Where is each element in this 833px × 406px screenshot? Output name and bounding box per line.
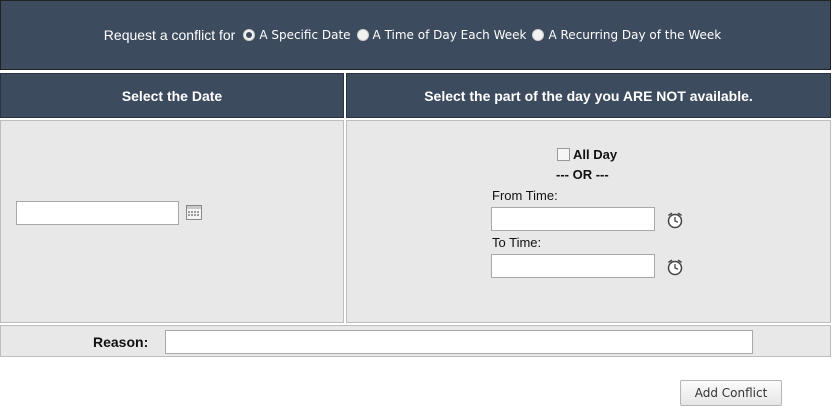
add-conflict-button[interactable]: Add Conflict xyxy=(680,380,782,406)
all-day-label: All Day xyxy=(573,147,618,162)
option-time-of-day[interactable]: A Time of Day Each Week xyxy=(356,28,527,42)
conflict-form: Request a conflict for A Specific Date A… xyxy=(0,0,833,357)
from-time-label: From Time: xyxy=(492,188,558,203)
reason-input[interactable] xyxy=(165,330,753,354)
select-time-heading: Select the part of the day you ARE NOT a… xyxy=(346,73,831,118)
select-date-heading: Select the Date xyxy=(0,73,344,118)
all-day-checkbox[interactable] xyxy=(557,148,570,161)
conflict-type-header: Request a conflict for A Specific Date A… xyxy=(0,0,831,70)
radio-recurring-day[interactable] xyxy=(532,29,545,41)
option-recurring-day-label: A Recurring Day of the Week xyxy=(548,28,722,42)
to-time-label: To Time: xyxy=(492,235,542,250)
reason-row: Reason: xyxy=(0,325,831,357)
option-time-of-day-label: A Time of Day Each Week xyxy=(372,28,527,42)
from-time-input[interactable] xyxy=(491,207,655,231)
or-separator: --- OR --- xyxy=(556,167,609,182)
time-panel: All Day --- OR --- From Time: To Time: xyxy=(346,120,831,323)
option-recurring-day[interactable]: A Recurring Day of the Week xyxy=(532,28,721,42)
date-panel xyxy=(0,120,344,323)
from-time-clock-icon[interactable] xyxy=(666,211,684,229)
radio-time-of-day[interactable] xyxy=(356,29,369,41)
date-input[interactable] xyxy=(16,201,179,225)
option-specific-date[interactable]: A Specific Date xyxy=(243,28,351,42)
option-specific-date-label: A Specific Date xyxy=(259,28,351,42)
radio-specific-date[interactable] xyxy=(243,29,256,41)
to-time-input[interactable] xyxy=(491,254,655,278)
all-day-option[interactable]: All Day xyxy=(557,147,617,162)
request-label: Request a conflict for xyxy=(103,27,236,43)
to-time-clock-icon[interactable] xyxy=(666,258,684,276)
reason-label: Reason: xyxy=(93,334,149,350)
calendar-icon[interactable] xyxy=(186,205,202,220)
